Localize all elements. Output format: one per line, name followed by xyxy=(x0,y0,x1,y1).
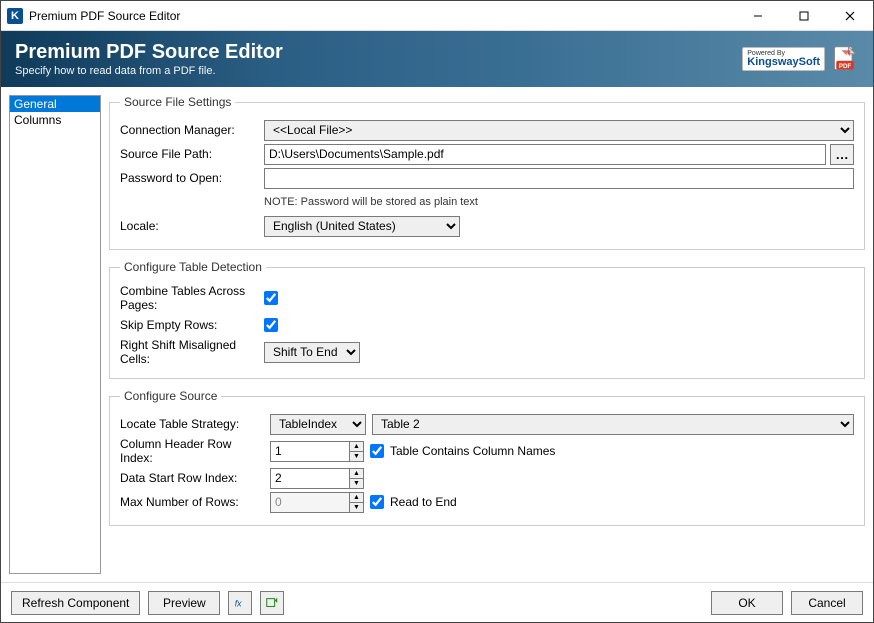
connection-manager-label: Connection Manager: xyxy=(120,123,264,137)
header-row-index-label: Column Header Row Index: xyxy=(120,437,264,465)
spin-down-icon[interactable]: ▼ xyxy=(349,452,363,461)
window: K Premium PDF Source Editor Premium PDF … xyxy=(0,0,874,623)
data-start-row-spinner[interactable]: ▲▼ xyxy=(270,468,364,489)
cancel-button[interactable]: Cancel xyxy=(791,591,863,615)
main-panel: Source File Settings Connection Manager:… xyxy=(109,95,865,574)
password-label: Password to Open: xyxy=(120,171,264,185)
reset-button[interactable] xyxy=(260,591,284,615)
kingswaysoft-logo: Powered By KingswaySoft xyxy=(742,47,825,71)
window-title: Premium PDF Source Editor xyxy=(29,9,735,23)
contains-column-names-checkbox[interactable] xyxy=(370,444,384,458)
max-rows-label: Max Number of Rows: xyxy=(120,495,264,509)
group-configure-source: Configure Source Locate Table Strategy: … xyxy=(109,389,865,526)
table-select[interactable]: Table 2 xyxy=(372,414,854,435)
titlebar: K Premium PDF Source Editor xyxy=(1,1,873,31)
spin-down-icon: ▼ xyxy=(349,503,363,512)
sidebar-item-columns[interactable]: Columns xyxy=(10,112,100,128)
password-note: NOTE: Password will be stored as plain t… xyxy=(264,196,478,208)
browse-file-button[interactable]: … xyxy=(830,144,854,165)
locate-strategy-select[interactable]: TableIndex xyxy=(270,414,366,435)
group-table-detection: Configure Table Detection Combine Tables… xyxy=(109,260,865,379)
locate-strategy-label: Locate Table Strategy: xyxy=(120,417,264,431)
combine-tables-label: Combine Tables Across Pages: xyxy=(120,284,264,312)
group-source-file-legend: Source File Settings xyxy=(120,95,235,109)
spin-up-icon[interactable]: ▲ xyxy=(349,469,363,479)
max-rows-spinner[interactable]: ▲▼ xyxy=(270,492,364,513)
group-configure-source-legend: Configure Source xyxy=(120,389,221,403)
minimize-button[interactable] xyxy=(735,1,781,31)
spin-down-icon[interactable]: ▼ xyxy=(349,479,363,488)
skip-empty-checkbox[interactable] xyxy=(264,318,278,332)
right-shift-label: Right Shift Misaligned Cells: xyxy=(120,338,264,366)
preview-button[interactable]: Preview xyxy=(148,591,220,615)
ok-button[interactable]: OK xyxy=(711,591,783,615)
spin-up-icon: ▲ xyxy=(349,493,363,503)
footer: Refresh Component Preview fx OK Cancel xyxy=(1,582,873,622)
group-source-file: Source File Settings Connection Manager:… xyxy=(109,95,865,250)
sidebar: General Columns xyxy=(9,95,101,574)
maximize-button[interactable] xyxy=(781,1,827,31)
banner-title: Premium PDF Source Editor xyxy=(15,41,742,63)
spin-up-icon[interactable]: ▲ xyxy=(349,442,363,452)
refresh-component-button[interactable]: Refresh Component xyxy=(11,591,140,615)
banner-subtitle: Specify how to read data from a PDF file… xyxy=(15,65,742,77)
close-button[interactable] xyxy=(827,1,873,31)
skip-empty-label: Skip Empty Rows: xyxy=(120,318,264,332)
locale-select[interactable]: English (United States) xyxy=(264,216,460,237)
banner: Premium PDF Source Editor Specify how to… xyxy=(1,31,873,87)
contains-column-names-label: Table Contains Column Names xyxy=(390,444,555,458)
group-table-detection-legend: Configure Table Detection xyxy=(120,260,266,274)
pdf-icon: PDF xyxy=(831,45,859,73)
read-to-end-checkbox[interactable] xyxy=(370,495,384,509)
svg-text:fx: fx xyxy=(235,598,242,608)
combine-tables-checkbox[interactable] xyxy=(264,291,278,305)
locale-label: Locale: xyxy=(120,219,264,233)
source-file-path-input[interactable] xyxy=(264,144,826,165)
svg-text:PDF: PDF xyxy=(839,63,851,70)
source-file-path-label: Source File Path: xyxy=(120,147,264,161)
sidebar-item-general[interactable]: General xyxy=(10,96,100,112)
password-input[interactable] xyxy=(264,168,854,189)
expression-fx-button[interactable]: fx xyxy=(228,591,252,615)
connection-manager-select[interactable]: <<Local File>> xyxy=(264,120,854,141)
header-row-index-spinner[interactable]: ▲▼ xyxy=(270,441,364,462)
read-to-end-label: Read to End xyxy=(390,495,457,509)
app-logo-icon: K xyxy=(7,8,23,24)
content: General Columns Source File Settings Con… xyxy=(1,87,873,582)
data-start-row-label: Data Start Row Index: xyxy=(120,471,264,485)
right-shift-select[interactable]: Shift To End xyxy=(264,342,360,363)
